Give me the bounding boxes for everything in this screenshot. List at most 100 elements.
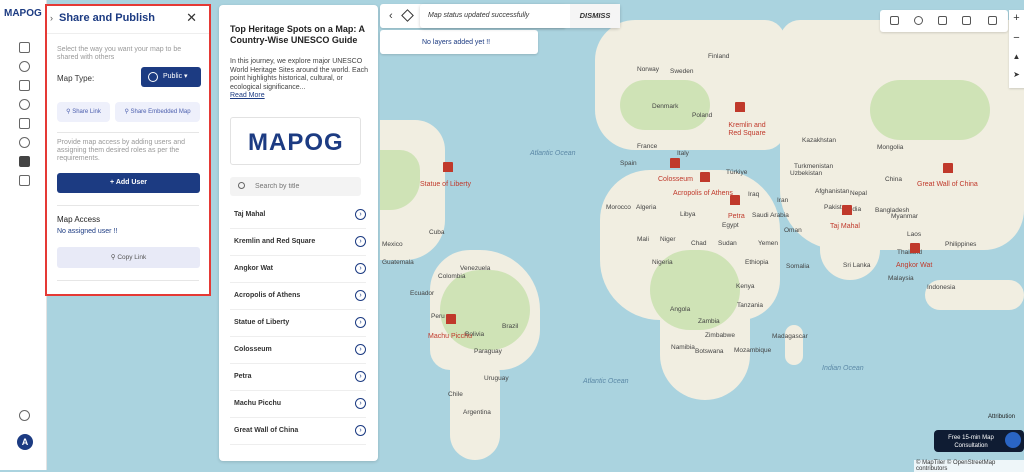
country-label: Laos <box>907 231 922 238</box>
copy-link-label: Copy Link <box>117 254 147 261</box>
map-icon[interactable] <box>19 42 30 53</box>
country-label: Finland <box>708 53 730 60</box>
chevron-right-icon[interactable]: › <box>355 398 366 409</box>
globe-icon <box>148 72 158 82</box>
gallery-icon[interactable] <box>19 118 30 129</box>
list-item[interactable]: Statue of Liberty › <box>230 311 366 337</box>
chevron-right-icon[interactable]: › <box>355 236 366 247</box>
chevron-right-icon[interactable]: › <box>355 209 366 220</box>
country-label: Oman <box>784 227 802 234</box>
country-label: Mali <box>637 236 649 243</box>
country-label: Peru <box>431 313 445 320</box>
list-item[interactable]: Kremlin and Red Square › <box>230 230 366 256</box>
divider <box>57 280 199 281</box>
locate-icon[interactable]: ➤ <box>1009 70 1024 79</box>
list-item[interactable]: Machu Picchu › <box>230 392 366 418</box>
list-item[interactable]: Colosseum › <box>230 338 366 364</box>
settings-icon[interactable] <box>19 99 30 110</box>
story-logo: MAPOG <box>230 117 361 165</box>
heritage-marker[interactable] <box>446 314 456 324</box>
measure-icon[interactable] <box>962 16 971 25</box>
search-icon <box>238 182 245 189</box>
heritage-marker[interactable] <box>730 195 740 205</box>
country-label: Cuba <box>429 229 445 236</box>
country-label: Venezuela <box>460 265 491 272</box>
land-madagascar <box>785 325 803 365</box>
location-icon[interactable] <box>19 61 30 72</box>
heritage-marker[interactable] <box>670 158 680 168</box>
map-access-title: Map Access <box>57 215 101 224</box>
search-input[interactable] <box>230 177 361 196</box>
dismiss-button[interactable]: DISMISS <box>570 4 620 28</box>
copy-link-button[interactable]: ⚲ Copy Link <box>57 247 200 268</box>
heritage-marker[interactable] <box>735 102 745 112</box>
zoom-out-button[interactable]: − <box>1009 32 1024 44</box>
read-more-link[interactable]: Read More <box>230 92 265 99</box>
list-item-label: Kremlin and Red Square <box>234 238 316 245</box>
toast-message: Map status updated successfully <box>428 12 530 19</box>
chevron-right-icon[interactable]: › <box>355 290 366 301</box>
print-icon[interactable] <box>988 16 997 25</box>
list-item[interactable]: Angkor Wat › <box>230 257 366 283</box>
heritage-marker[interactable] <box>842 205 852 215</box>
country-label: China <box>885 176 902 183</box>
list-item[interactable]: Taj Mahal › <box>230 203 366 229</box>
avatar[interactable]: A <box>17 434 33 450</box>
country-label: Mexico <box>382 241 403 248</box>
story-icon[interactable] <box>19 156 30 167</box>
zoom-controls: + − ▲ ➤ <box>1009 10 1024 88</box>
copyright-text: © MapTiler © OpenStreetMap contributors <box>914 460 1024 472</box>
close-icon[interactable]: ✕ <box>186 10 197 26</box>
chevron-right-icon[interactable]: › <box>355 425 366 436</box>
heritage-marker[interactable] <box>910 243 920 253</box>
country-label: Iraq <box>748 191 760 198</box>
ocean-label: Atlantic Ocean <box>583 378 629 385</box>
attribution-label[interactable]: Attribution <box>988 414 1015 420</box>
country-label: Sweden <box>670 68 694 75</box>
app-logo[interactable]: MAPOG <box>4 8 42 19</box>
chevron-right-icon[interactable]: › <box>355 263 366 274</box>
chevron-right-icon[interactable]: › <box>355 344 366 355</box>
left-rail: MAPOG A <box>0 0 47 470</box>
marker-label: Statue of Liberty <box>420 181 471 188</box>
list-item[interactable]: Acropolis of Athens › <box>230 284 366 310</box>
country-label: Mozambique <box>734 347 772 354</box>
map-type-select[interactable]: Public ▾ <box>141 67 201 87</box>
country-label: Botswana <box>695 348 724 355</box>
country-label: Kazakhstan <box>802 137 836 144</box>
select-icon[interactable] <box>890 16 899 25</box>
pin-icon[interactable] <box>938 16 947 25</box>
country-label: Guatemala <box>382 259 414 266</box>
heritage-marker[interactable] <box>700 172 710 182</box>
document-icon[interactable] <box>19 80 30 91</box>
country-label: Sudan <box>718 240 737 247</box>
chevron-right-icon[interactable]: › <box>355 371 366 382</box>
share-icon[interactable] <box>19 175 30 186</box>
country-label: Paraguay <box>474 348 502 355</box>
country-label: Poland <box>692 112 713 119</box>
list-item-label: Machu Picchu <box>234 400 282 407</box>
country-label: Brazil <box>502 323 519 330</box>
share-link-button[interactable]: ⚲ Share Link <box>57 102 110 122</box>
chat-icon[interactable] <box>1005 432 1021 448</box>
country-label: Malaysia <box>888 275 914 282</box>
map-canvas[interactable]: Atlantic Ocean Atlantic Ocean Indian Oce… <box>380 0 1024 470</box>
marker-label: Kremlin and Red Square <box>728 122 766 137</box>
chat-icon[interactable] <box>19 137 30 148</box>
notification-icon[interactable] <box>19 410 30 421</box>
back-icon[interactable]: ‹ <box>389 10 393 22</box>
list-item[interactable]: Great Wall of China › <box>230 419 366 445</box>
heritage-marker[interactable] <box>943 163 953 173</box>
country-label: Argentina <box>463 409 491 416</box>
zoom-in-button[interactable]: + <box>1009 12 1024 24</box>
chevron-right-icon[interactable]: › <box>355 317 366 328</box>
chevron-right-icon[interactable]: › <box>50 13 53 23</box>
add-user-button[interactable]: + Add User <box>57 173 200 193</box>
share-embedded-button[interactable]: ⚲ Share Embedded Map <box>115 102 200 122</box>
country-label: Bangladesh <box>875 207 910 214</box>
compass-icon[interactable]: ▲ <box>1009 52 1024 61</box>
country-label: Denmark <box>652 103 679 110</box>
search-icon[interactable] <box>914 16 923 25</box>
list-item[interactable]: Petra › <box>230 365 366 391</box>
heritage-marker[interactable] <box>443 162 453 172</box>
